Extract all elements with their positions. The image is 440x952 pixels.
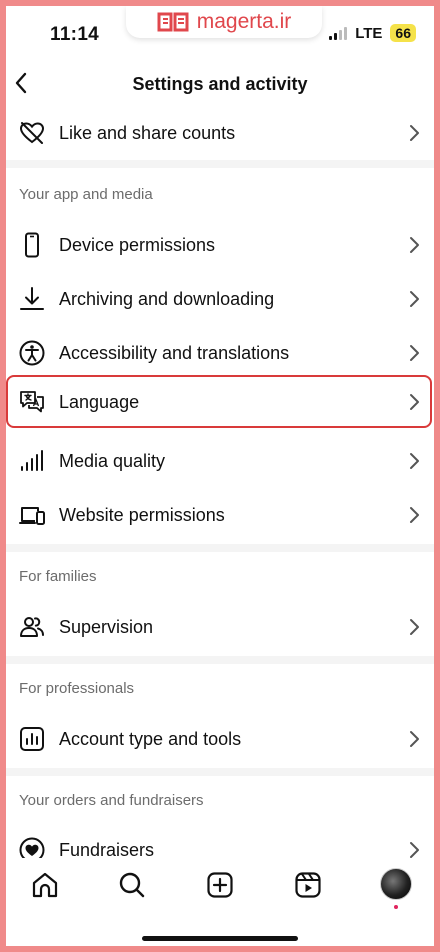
row-media-quality[interactable]: Media quality <box>6 434 434 488</box>
top-bar: Settings and activity <box>6 62 434 106</box>
section-title-families: For families <box>19 568 97 585</box>
chevron-right-icon <box>410 125 419 141</box>
network-type: LTE <box>355 24 383 42</box>
section-title-orders-fundraisers: Your orders and fundraisers <box>19 792 204 809</box>
chevron-right-icon <box>410 619 419 635</box>
section-title-professionals: For professionals <box>19 680 135 697</box>
chevron-right-icon <box>410 345 419 361</box>
chevron-right-icon <box>410 507 419 523</box>
row-label: Device permissions <box>59 234 216 255</box>
bar-chart-icon <box>20 727 44 751</box>
row-like-and-share-counts[interactable]: Like and share counts <box>6 106 434 160</box>
chevron-right-icon <box>410 453 419 469</box>
row-label: Archiving and downloading <box>59 288 275 309</box>
row-label: Like and share counts <box>59 122 236 143</box>
people-icon <box>20 617 44 637</box>
download-icon <box>20 287 44 310</box>
chevron-right-icon <box>410 291 419 307</box>
devices-icon <box>19 507 45 525</box>
create-icon[interactable] <box>205 870 235 900</box>
phone-icon <box>25 232 39 258</box>
section-divider <box>6 544 434 552</box>
section-divider <box>6 768 434 776</box>
status-indicators: LTE 66 <box>329 24 416 42</box>
row-label: Website permissions <box>59 504 225 525</box>
profile-avatar[interactable] <box>380 868 412 900</box>
home-indicator <box>142 936 298 941</box>
status-time: 11:14 <box>50 24 100 45</box>
row-supervision[interactable]: Supervision <box>6 600 434 654</box>
row-archiving-downloading[interactable]: Archiving and downloading <box>6 272 434 326</box>
row-label: Account type and tools <box>59 728 242 749</box>
accessibility-icon <box>19 340 45 366</box>
cellular-signal-icon <box>329 26 348 40</box>
page-title: Settings and activity <box>132 74 308 94</box>
translate-bubble-icon <box>20 391 44 413</box>
row-label: Supervision <box>59 616 154 637</box>
search-icon[interactable] <box>117 870 147 900</box>
reels-icon[interactable] <box>293 870 323 900</box>
heart-slash-icon <box>19 122 45 144</box>
section-divider <box>6 160 434 168</box>
signal-bars-icon <box>21 450 43 471</box>
watermark-text: magerta.ir <box>196 10 292 33</box>
chevron-right-icon <box>410 237 419 253</box>
battery-level: 66 <box>390 24 416 42</box>
home-icon[interactable] <box>30 870 60 900</box>
chevron-right-icon <box>410 731 419 747</box>
row-accessibility-translations[interactable]: Accessibility and translations <box>6 326 434 380</box>
row-label: Accessibility and translations <box>59 342 290 363</box>
row-label: Media quality <box>59 450 166 471</box>
watermark: magerta.ir <box>126 6 322 38</box>
row-device-permissions[interactable]: Device permissions <box>6 218 434 272</box>
row-label: Language <box>59 391 140 412</box>
status-bar: 11:14 magerta.ir LTE 66 <box>6 6 434 62</box>
phone-screen: 11:14 magerta.ir LTE 66 Settings and act… <box>6 6 434 946</box>
bottom-tab-bar <box>6 858 434 914</box>
chevron-right-icon <box>410 842 419 858</box>
notification-dot <box>394 905 398 909</box>
book-logo-icon <box>157 12 189 32</box>
chevron-right-icon <box>410 394 419 410</box>
row-account-type-tools[interactable]: Account type and tools <box>6 712 434 766</box>
row-language[interactable]: Language <box>6 375 434 429</box>
section-divider <box>6 656 434 664</box>
row-website-permissions[interactable]: Website permissions <box>6 488 434 542</box>
section-title-app-media: Your app and media <box>19 186 153 203</box>
